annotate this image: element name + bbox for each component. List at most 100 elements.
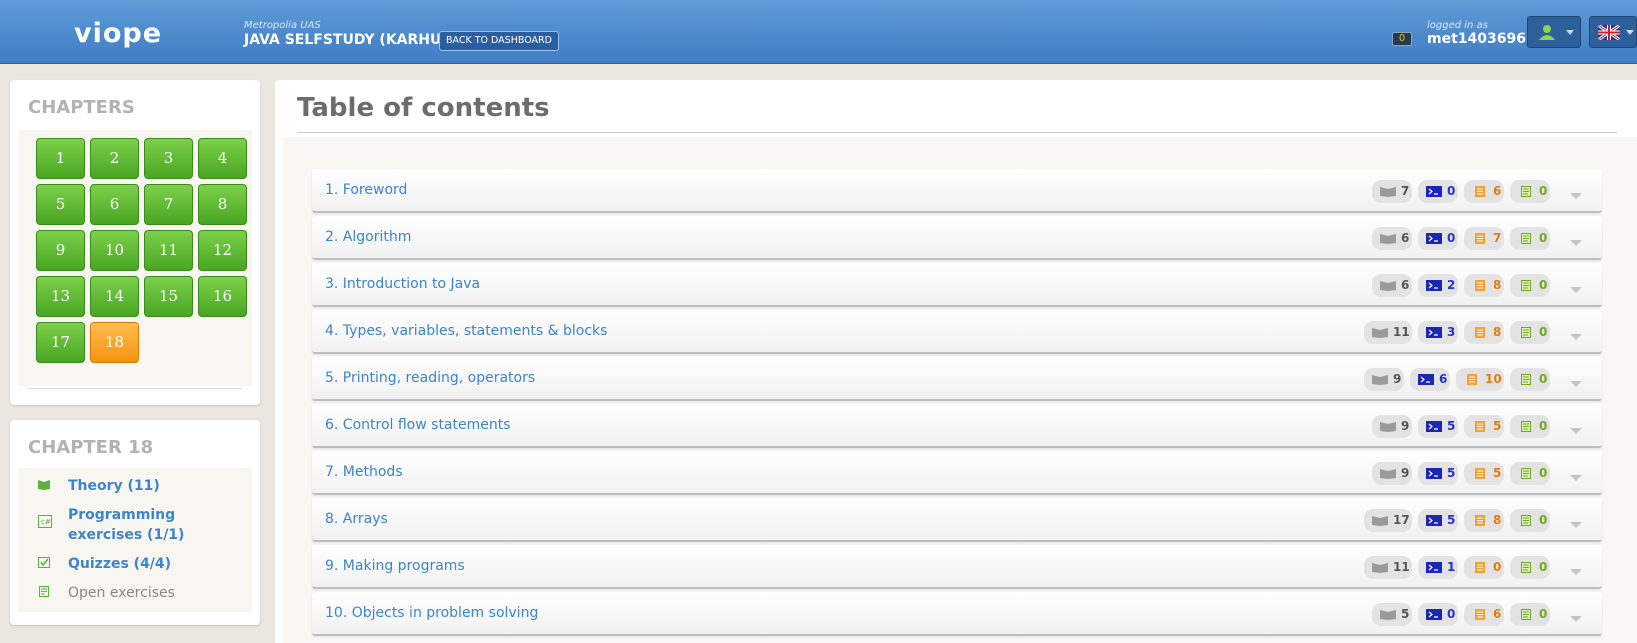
quizzes-count-badge: 6 <box>1464 603 1504 626</box>
quiz-list-icon <box>1475 468 1485 479</box>
chapters-title: CHAPTERS <box>28 97 135 118</box>
user-menu-button[interactable] <box>1527 16 1581 48</box>
open-count: 0 <box>1539 278 1548 292</box>
chapter-button-5[interactable]: 5 <box>36 184 85 225</box>
notification-counter[interactable]: 0 <box>1392 32 1412 46</box>
quizzes-count-badge: 10 <box>1456 368 1504 391</box>
chevron-down-icon[interactable] <box>1570 475 1582 481</box>
chapter-row-title[interactable]: 3. Introduction to Java <box>325 276 480 292</box>
divider <box>28 388 242 389</box>
open-exercises-label: Open exercises <box>68 585 175 601</box>
chapter-button-9[interactable]: 9 <box>36 230 85 271</box>
chevron-down-icon[interactable] <box>1570 287 1582 293</box>
programming-count: 6 <box>1439 372 1448 386</box>
document-icon <box>1521 562 1531 573</box>
chevron-down-icon <box>1626 30 1634 35</box>
chevron-down-icon[interactable] <box>1570 240 1582 246</box>
chapter-row[interactable]: 1. Foreword 7 0 6 0 <box>312 169 1602 213</box>
quiz-list-icon <box>1467 374 1477 385</box>
chapter-button-16[interactable]: 16 <box>198 276 247 317</box>
language-button[interactable] <box>1589 16 1637 48</box>
chapters-panel: CHAPTERS 1 2 3 4 5 6 7 8 9 10 11 12 13 1… <box>10 80 260 405</box>
chapter-row[interactable]: 7. Methods 9 5 5 0 <box>312 451 1602 495</box>
theory-count: 9 <box>1401 419 1410 433</box>
chapter-row-title[interactable]: 8. Arrays <box>325 511 388 527</box>
open-count-badge: 0 <box>1510 227 1550 250</box>
theory-count-badge: 11 <box>1364 321 1412 344</box>
chapter-row[interactable]: 8. Arrays 17 5 8 0 <box>312 498 1602 542</box>
programming-count-badge: 0 <box>1418 603 1458 626</box>
chapter-button-15[interactable]: 15 <box>144 276 193 317</box>
chevron-down-icon[interactable] <box>1570 522 1582 528</box>
back-to-dashboard-button[interactable]: BACK TO DASHBOARD <box>439 31 559 51</box>
chapter-button-11[interactable]: 11 <box>144 230 193 271</box>
user-icon <box>1539 25 1555 40</box>
chapter-row[interactable]: 9. Making programs 11 1 0 0 <box>312 545 1602 589</box>
viope-logo[interactable]: viope <box>74 18 162 49</box>
quizzes-count-badge: 8 <box>1464 274 1504 297</box>
chapter-row-title[interactable]: 4. Types, variables, statements & blocks <box>325 323 607 339</box>
quizzes-count-badge: 8 <box>1464 509 1504 532</box>
chapter-button-7[interactable]: 7 <box>144 184 193 225</box>
chapter-grid: 1 2 3 4 5 6 7 8 9 10 11 12 13 14 15 16 1… <box>18 130 252 386</box>
book-icon <box>1372 563 1388 573</box>
chapter-row-title[interactable]: 10. Objects in problem solving <box>325 605 538 621</box>
chevron-down-icon[interactable] <box>1570 569 1582 575</box>
programming-exercises-link[interactable]: Programming exercises (1/1) <box>68 505 248 545</box>
chapter-row-title[interactable]: 9. Making programs <box>325 558 465 574</box>
terminal-icon <box>1426 280 1442 291</box>
chapter-row-title[interactable]: 1. Foreword <box>325 182 407 198</box>
chapter-button-17[interactable]: 17 <box>36 322 85 363</box>
open-count: 0 <box>1539 231 1548 245</box>
chapter-button-18-current[interactable]: 18 <box>90 322 139 363</box>
programming-count-badge: 5 <box>1418 462 1458 485</box>
quiz-list-icon <box>1475 280 1485 291</box>
open-count-badge: 0 <box>1510 415 1550 438</box>
chapter-button-13[interactable]: 13 <box>36 276 85 317</box>
chapter-row[interactable]: 6. Control flow statements 9 5 5 0 <box>312 404 1602 448</box>
chevron-down-icon[interactable] <box>1570 381 1582 387</box>
chapter-row[interactable]: 4. Types, variables, statements & blocks… <box>312 310 1602 354</box>
chapter-button-2[interactable]: 2 <box>90 138 139 179</box>
chapter-row[interactable]: 10. Objects in problem solving 5 0 6 0 <box>312 592 1602 636</box>
chevron-down-icon[interactable] <box>1570 616 1582 622</box>
chevron-down-icon[interactable] <box>1570 193 1582 199</box>
programming-count-badge: 1 <box>1418 556 1458 579</box>
svg-text:c#: c# <box>41 518 51 526</box>
programming-count: 1 <box>1447 560 1456 574</box>
theory-count-badge: 11 <box>1364 556 1412 579</box>
uk-flag-icon <box>1598 25 1620 40</box>
programming-count: 0 <box>1447 607 1456 621</box>
chapter-button-14[interactable]: 14 <box>90 276 139 317</box>
chapter-button-10[interactable]: 10 <box>90 230 139 271</box>
quizzes-count: 7 <box>1493 231 1502 245</box>
theory-link[interactable]: Theory (11) <box>68 476 248 496</box>
chevron-down-icon[interactable] <box>1570 428 1582 434</box>
chapter-button-12[interactable]: 12 <box>198 230 247 271</box>
chapter-row-title[interactable]: 7. Methods <box>325 464 403 480</box>
theory-count: 11 <box>1393 560 1410 574</box>
theory-count-badge: 17 <box>1364 509 1412 532</box>
terminal-icon <box>1426 609 1442 620</box>
book-icon <box>1380 469 1396 479</box>
document-icon <box>1521 468 1531 479</box>
chapter-row-title[interactable]: 6. Control flow statements <box>325 417 511 433</box>
chapter-row[interactable]: 2. Algorithm 6 0 7 0 <box>312 216 1602 260</box>
chapter-button-4[interactable]: 4 <box>198 138 247 179</box>
theory-count: 6 <box>1401 278 1410 292</box>
chapter-button-3[interactable]: 3 <box>144 138 193 179</box>
terminal-icon <box>1418 374 1434 385</box>
chapter-row-title[interactable]: 2. Algorithm <box>325 229 411 245</box>
theory-count: 11 <box>1393 325 1410 339</box>
chapter-row[interactable]: 5. Printing, reading, operators 9 6 10 0 <box>312 357 1602 401</box>
programming-count-badge: 5 <box>1418 509 1458 532</box>
quizzes-link[interactable]: Quizzes (4/4) <box>68 554 248 574</box>
chapter-button-6[interactable]: 6 <box>90 184 139 225</box>
chapter-row-title[interactable]: 5. Printing, reading, operators <box>325 370 535 386</box>
chapter-row[interactable]: 3. Introduction to Java 6 2 8 0 <box>312 263 1602 307</box>
chapter-button-8[interactable]: 8 <box>198 184 247 225</box>
chapter-button-1[interactable]: 1 <box>36 138 85 179</box>
quizzes-count: 6 <box>1493 607 1502 621</box>
open-count-badge: 0 <box>1510 368 1550 391</box>
chevron-down-icon[interactable] <box>1570 334 1582 340</box>
